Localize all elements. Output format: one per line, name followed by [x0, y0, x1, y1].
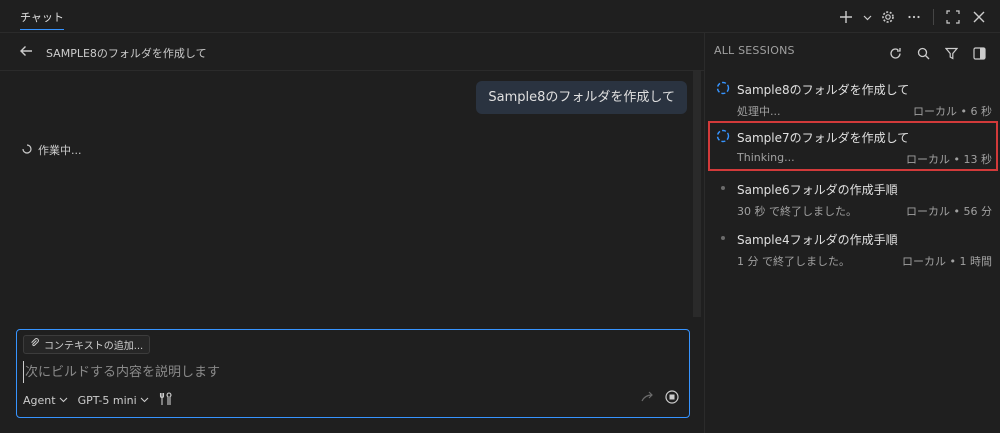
chevron-down-icon: [140, 394, 149, 407]
session-status: 処理中...: [737, 105, 781, 118]
back-arrow-icon[interactable]: [18, 43, 34, 63]
plus-icon[interactable]: [835, 6, 857, 28]
bullet-icon: [716, 181, 730, 195]
toolbar-divider: [933, 9, 934, 25]
session-item[interactable]: Sample4フォルダの作成手順 1 分 で終了しました。 ローカル • 1 時…: [708, 223, 998, 273]
tab-chat[interactable]: チャット: [20, 9, 64, 30]
sessions-actions: [884, 42, 990, 64]
user-message: Sample8のフォルダを作成して: [476, 81, 687, 114]
maximize-icon[interactable]: [942, 6, 964, 28]
session-title: Sample4フォルダの作成手順: [737, 233, 898, 247]
top-actions: [835, 6, 990, 28]
spinner-icon: [22, 143, 32, 157]
search-icon[interactable]: [912, 42, 934, 64]
sessions-panel: ALL SESSIONS Sample8のフォルダを作成して 処理中... ロー…: [706, 33, 1000, 433]
prompt-input[interactable]: [23, 361, 683, 383]
session-status: 1 分 で終了しました。: [737, 255, 850, 268]
input-toolbar: Agent GPT-5 mini: [23, 390, 173, 410]
working-status: 作業中...: [22, 142, 82, 158]
filter-icon[interactable]: [940, 42, 962, 64]
add-context-button[interactable]: コンテキストの追加...: [23, 335, 151, 354]
close-icon[interactable]: [968, 6, 990, 28]
more-icon[interactable]: [903, 6, 925, 28]
chevron-down-icon: [59, 394, 68, 407]
input-actions: [641, 390, 679, 408]
chevron-down-icon[interactable]: [861, 6, 873, 28]
mode-picker[interactable]: Agent: [23, 394, 68, 407]
add-context-label: コンテキストの追加...: [44, 341, 144, 352]
session-item[interactable]: Sample6フォルダの作成手順 30 秒 で終了しました。 ローカル • 56…: [708, 173, 998, 223]
loading-spinner-icon: [716, 129, 730, 143]
chat-input-box: コンテキストの追加... Agent GPT-5 mini: [16, 329, 690, 418]
tools-icon[interactable]: [159, 391, 173, 409]
chat-scrollbar[interactable]: [693, 71, 701, 317]
send-arrow-icon[interactable]: [641, 390, 655, 408]
session-status: 30 秒 で終了しました。: [737, 205, 857, 218]
chat-panel: SAMPLE8のフォルダを作成して Sample8のフォルダを作成して 作業中.…: [0, 33, 705, 433]
model-label: GPT-5 mini: [77, 393, 137, 407]
session-title: Sample6フォルダの作成手順: [737, 183, 898, 197]
mode-label: Agent: [23, 393, 56, 407]
bullet-icon: [716, 231, 730, 245]
refresh-icon[interactable]: [884, 42, 906, 64]
session-meta: ローカル • 13 秒: [906, 153, 992, 166]
session-status: Thinking...: [737, 151, 795, 164]
model-picker[interactable]: GPT-5 mini: [78, 394, 149, 407]
sessions-header: ALL SESSIONS: [714, 44, 795, 57]
session-meta: ローカル • 56 分: [906, 205, 992, 218]
toggle-sidebar-icon[interactable]: [968, 42, 990, 64]
session-item[interactable]: Sample8のフォルダを作成して 処理中... ローカル • 6 秒: [708, 73, 998, 123]
stop-icon[interactable]: [665, 390, 679, 408]
session-item-selected[interactable]: Sample7のフォルダを作成して Thinking... ローカル • 13 …: [708, 121, 998, 171]
gear-icon[interactable]: [877, 6, 899, 28]
paperclip-icon: [30, 338, 40, 351]
session-meta: ローカル • 1 時間: [902, 255, 992, 268]
chat-header: SAMPLE8のフォルダを作成して: [0, 33, 705, 71]
session-title: Sample7のフォルダを作成して: [737, 131, 910, 145]
top-bar: チャット: [0, 0, 1000, 33]
chat-title: SAMPLE8のフォルダを作成して: [46, 47, 207, 60]
working-text: 作業中...: [38, 144, 82, 157]
loading-spinner-icon: [716, 81, 730, 95]
session-meta: ローカル • 6 秒: [913, 105, 992, 118]
session-title: Sample8のフォルダを作成して: [737, 83, 910, 97]
